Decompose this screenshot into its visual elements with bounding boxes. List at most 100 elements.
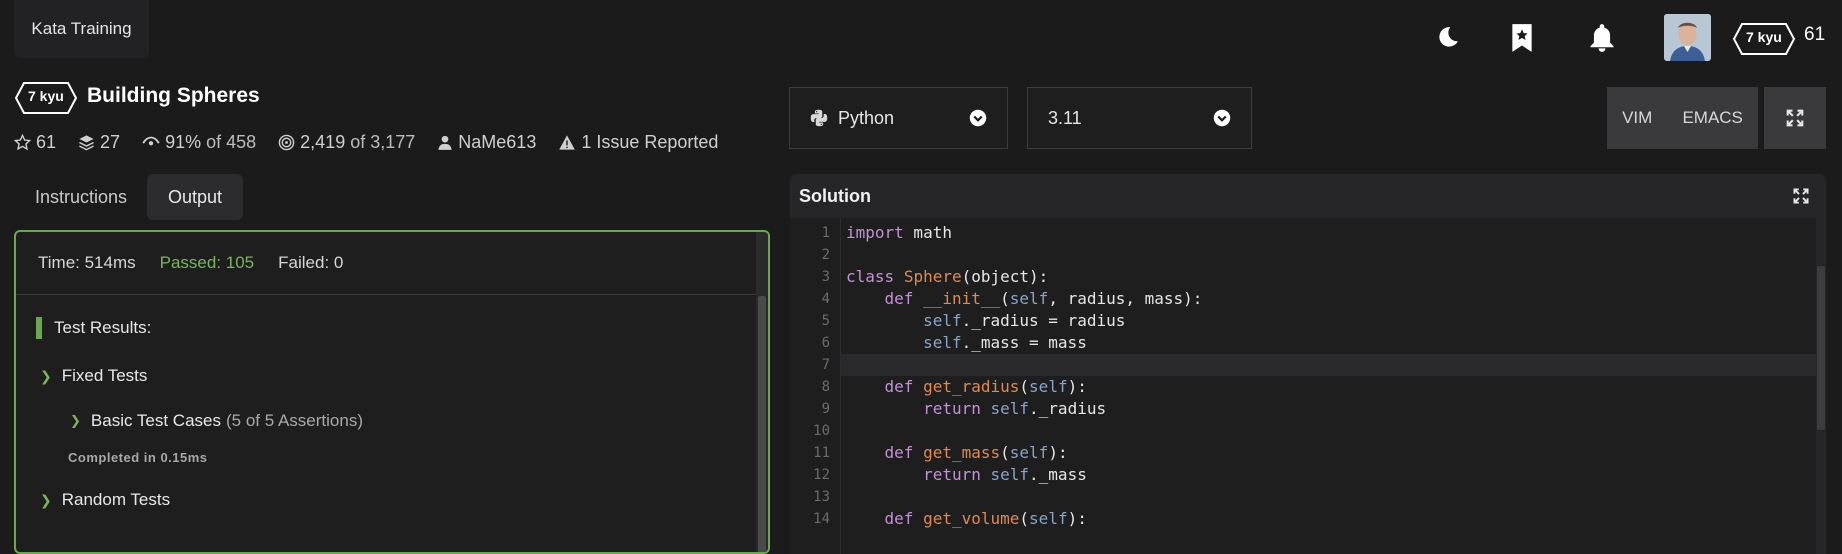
- expand-icon[interactable]: [1792, 187, 1810, 205]
- moon-icon[interactable]: [1427, 18, 1467, 58]
- solution-panel: Solution 1 2 3 4 5 6 7 8 9 10 11 12 13 14 import math…: [790, 174, 1826, 554]
- line-number: 8: [821, 379, 830, 395]
- line-number: 7: [821, 357, 830, 373]
- output-panel: Time: 514ms Passed: 105 Failed: 0 Test R…: [14, 230, 770, 554]
- chevron-right-icon: ❯: [70, 413, 81, 428]
- random-tests-label: Random Tests: [61, 490, 171, 509]
- code-line[interactable]: [841, 354, 1816, 376]
- expand-icon: [1786, 109, 1804, 127]
- collections-count: 27: [100, 132, 121, 152]
- editor-scroll-thumb[interactable]: [1817, 266, 1825, 430]
- line-number: 1: [821, 225, 830, 241]
- user-rank-badge[interactable]: 7 kyu: [1732, 22, 1796, 56]
- stars-count: 61: [36, 132, 57, 152]
- code-line[interactable]: self._radius = radius: [841, 310, 1816, 332]
- solution-header: Solution: [790, 174, 1826, 218]
- tab-instructions[interactable]: Instructions: [20, 174, 142, 220]
- honor-count: 61: [1804, 24, 1826, 45]
- fixed-tests-label: Fixed Tests: [61, 366, 148, 385]
- line-number: 12: [813, 467, 830, 483]
- code-line[interactable]: [841, 244, 1816, 266]
- solution-title: Solution: [799, 185, 871, 206]
- code-line[interactable]: return self._radius: [841, 398, 1816, 420]
- time-label: Time: 514ms: [38, 253, 136, 272]
- code-line[interactable]: def get_mass(self):: [841, 442, 1816, 464]
- bookmark-star-icon[interactable]: [1502, 18, 1542, 58]
- language-select[interactable]: Python: [789, 87, 1008, 149]
- output-scrollbar[interactable]: [756, 232, 768, 552]
- kata-rank-label: 7 kyu: [28, 88, 64, 104]
- emacs-mode-button[interactable]: EMACS: [1682, 108, 1742, 128]
- chevron-down-icon: [969, 109, 987, 127]
- line-number: 13: [813, 489, 830, 505]
- line-number: 4: [821, 291, 830, 307]
- basic-test-cases[interactable]: ❯ Basic Test Cases (5 of 5 Assertions): [70, 411, 363, 431]
- vim-mode-button[interactable]: VIM: [1622, 108, 1652, 128]
- author-stat[interactable]: NaMe613: [437, 132, 536, 153]
- line-number: 10: [813, 423, 830, 439]
- code-line[interactable]: [841, 486, 1816, 508]
- basic-test-cases-label: Basic Test Cases: [90, 411, 221, 430]
- user-rank-label: 7 kyu: [1746, 29, 1782, 45]
- python-icon: [810, 109, 828, 127]
- completed-count: 2,419: [300, 132, 346, 152]
- fullscreen-button[interactable]: [1764, 87, 1826, 149]
- layers-icon: [79, 135, 94, 151]
- code-line[interactable]: def get_radius(self):: [841, 376, 1816, 398]
- failed-label: Failed: 0: [278, 253, 344, 272]
- bell-icon[interactable]: [1582, 18, 1622, 58]
- random-tests-group[interactable]: ❯ Random Tests: [40, 490, 170, 510]
- code-line[interactable]: self._mass = mass: [841, 332, 1816, 354]
- line-number: 5: [821, 313, 830, 329]
- basic-test-cases-count: (5 of 5 Assertions): [225, 411, 363, 430]
- star-icon: [14, 134, 31, 151]
- satisfaction-of: of 458: [206, 132, 257, 152]
- test-results-heading: Test Results:: [36, 317, 151, 339]
- kata-rank-badge: 7 kyu: [14, 81, 78, 115]
- code-line[interactable]: return self._mass: [841, 464, 1816, 486]
- language-value: Python: [838, 107, 895, 128]
- code-line[interactable]: import math: [841, 222, 1816, 244]
- completed-of: of 3,177: [350, 132, 416, 152]
- stars-stat[interactable]: 61: [14, 132, 56, 153]
- tab-output[interactable]: Output: [147, 174, 243, 220]
- eye-icon: [142, 136, 160, 146]
- line-number: 3: [821, 269, 830, 285]
- version-value: 3.11: [1048, 107, 1082, 128]
- code-editor[interactable]: import math class Sphere(object): def __i…: [841, 218, 1816, 554]
- version-select[interactable]: 3.11: [1027, 87, 1252, 149]
- output-summary: Time: 514ms Passed: 105 Failed: 0: [16, 232, 768, 295]
- code-line[interactable]: def get_volume(self):: [841, 508, 1816, 530]
- issues-stat[interactable]: 1 Issue Reported: [558, 132, 718, 153]
- kata-title: Building Spheres: [87, 84, 260, 107]
- code-line[interactable]: class Sphere(object):: [841, 266, 1816, 288]
- collections-stat[interactable]: 27: [78, 132, 120, 153]
- target-icon: [278, 134, 295, 151]
- code-line[interactable]: [841, 420, 1816, 442]
- satisfaction-pct: 91%: [165, 132, 202, 152]
- kata-stats: 61 27 91% of 458 2,419 of 3,177 NaMe613 …: [14, 132, 740, 153]
- issues-label: 1 Issue Reported: [581, 132, 719, 152]
- fixed-tests-group[interactable]: ❯ Fixed Tests: [40, 366, 147, 386]
- editor-scrollbar[interactable]: [1816, 218, 1826, 554]
- output-scroll-thumb[interactable]: [758, 296, 766, 552]
- avatar[interactable]: [1664, 14, 1711, 61]
- kata-training-link[interactable]: Kata Training: [14, 0, 149, 58]
- code-line[interactable]: def __init__(self, radius, mass):: [841, 288, 1816, 310]
- line-number: 6: [821, 335, 830, 351]
- line-number: 11: [813, 445, 830, 461]
- test-results-label: Test Results:: [54, 318, 152, 337]
- satisfaction-stat: 91% of 458: [142, 132, 256, 153]
- passed-label: Passed: 105: [159, 253, 255, 272]
- warning-icon: [559, 135, 576, 150]
- chevron-down-icon: ❯: [40, 491, 52, 508]
- author-name: NaMe613: [458, 132, 537, 152]
- line-number-gutter: 1 2 3 4 5 6 7 8 9 10 11 12 13 14: [790, 218, 841, 554]
- results-bar: [36, 317, 42, 339]
- chevron-down-icon: [1213, 109, 1231, 127]
- chevron-down-icon: ❯: [40, 367, 52, 384]
- line-number: 2: [821, 247, 830, 263]
- completed-in: Completed in 0.15ms: [68, 450, 208, 465]
- line-number: 9: [821, 401, 830, 417]
- user-icon: [438, 135, 452, 150]
